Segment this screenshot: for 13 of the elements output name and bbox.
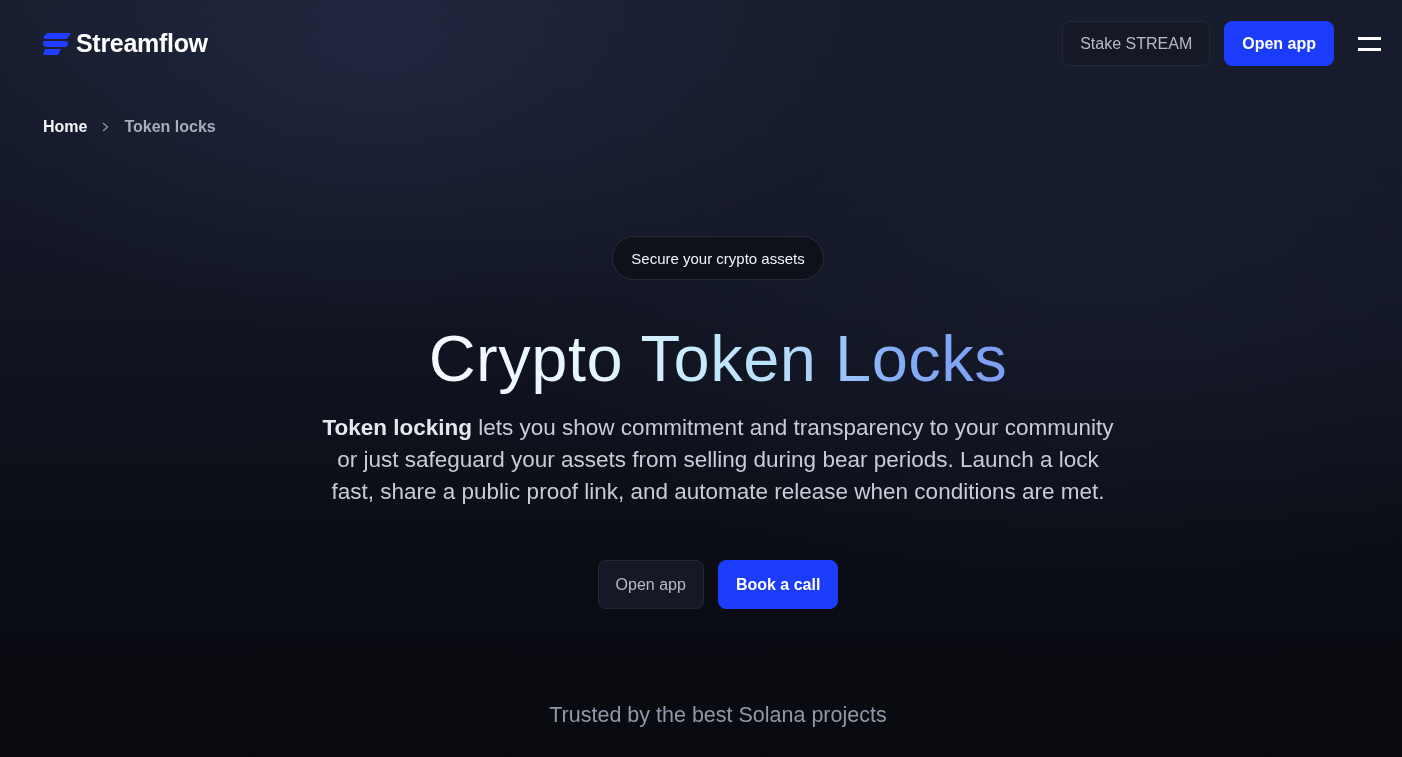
logo-wordmark[interactable]: Streamflow xyxy=(76,29,208,58)
book-call-button[interactable]: Book a call xyxy=(717,560,839,609)
trusted-heading: Trusted by the best Solana projects xyxy=(549,703,887,728)
hero-description: Token locking lets you show commitment and transparency to your community or just safeguard your assets from selling during bear periods. Launch a lock fast, share a public proof link, and automate release when conditions are met. xyxy=(321,414,1115,506)
chevron-right-icon xyxy=(102,122,110,132)
stake-button[interactable]: Stake STREAM xyxy=(1062,21,1211,66)
breadcrumb-link[interactable]: Token locks xyxy=(124,118,216,136)
tagline-pill: Secure your crypto assets xyxy=(612,236,824,280)
breadcrumb-link[interactable]: Home xyxy=(43,118,88,136)
logo-icon xyxy=(43,32,71,55)
open-app-button[interactable]: Open app xyxy=(1224,21,1334,66)
menu-icon[interactable] xyxy=(1358,36,1381,51)
open-app-button[interactable]: Open app xyxy=(597,560,704,609)
